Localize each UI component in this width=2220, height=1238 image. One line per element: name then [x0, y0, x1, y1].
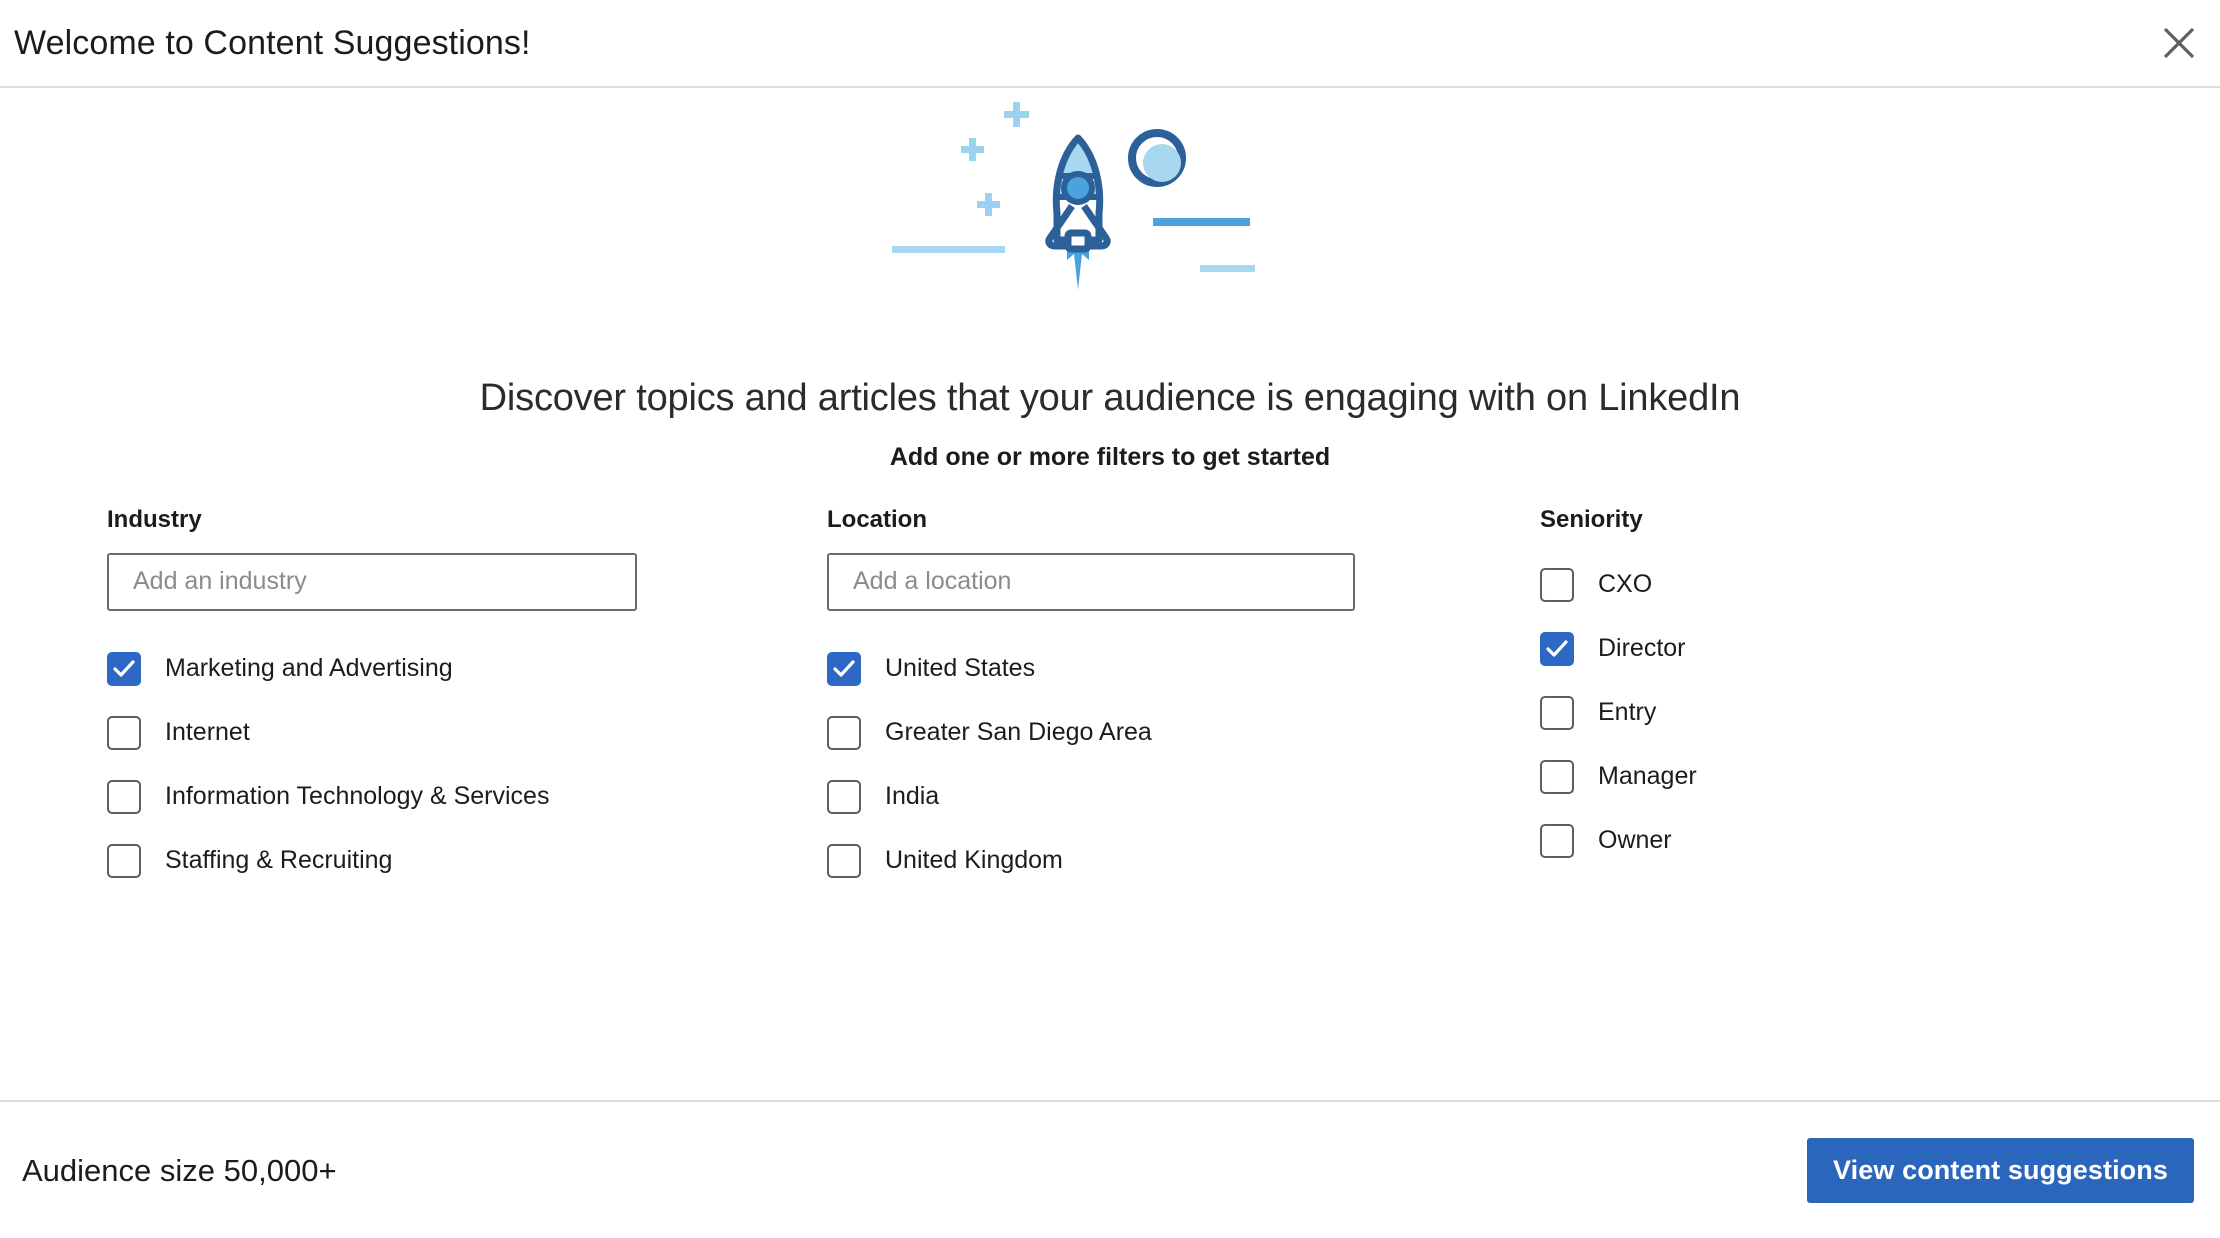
- filter-column-location: Location United States Greater San Diego…: [827, 506, 1355, 893]
- rocket-launch-illustration: [870, 102, 1350, 312]
- headline: Discover topics and articles that your a…: [0, 376, 2220, 422]
- industry-label: Industry: [107, 506, 637, 535]
- close-button[interactable]: [2148, 12, 2210, 74]
- subheadline: Add one or more filters to get started: [0, 442, 2220, 472]
- checkbox-icon[interactable]: [1540, 568, 1574, 602]
- seniority-option-1[interactable]: Director: [1540, 617, 2000, 681]
- option-label: Director: [1598, 636, 1686, 661]
- option-label: India: [885, 784, 939, 809]
- location-option-3[interactable]: United Kingdom: [827, 829, 1355, 893]
- checkbox-icon[interactable]: [827, 716, 861, 750]
- option-label: CXO: [1598, 572, 1652, 597]
- option-label: Entry: [1598, 700, 1656, 725]
- modal-footer: Audience size 50,000+ View content sugge…: [0, 1100, 2220, 1238]
- close-icon: [2162, 26, 2196, 60]
- seniority-label: Seniority: [1540, 506, 2000, 535]
- view-content-suggestions-button[interactable]: View content suggestions: [1807, 1138, 2194, 1203]
- checkbox-icon[interactable]: [107, 844, 141, 878]
- option-label: Marketing and Advertising: [165, 656, 453, 681]
- location-option-2[interactable]: India: [827, 765, 1355, 829]
- option-label: Owner: [1598, 828, 1672, 853]
- seniority-option-0[interactable]: CXO: [1540, 553, 2000, 617]
- seniority-option-list: CXO Director Entry: [1540, 553, 2000, 873]
- filter-column-seniority: Seniority CXO Director: [1540, 506, 2000, 873]
- content-suggestions-modal: Welcome to Content Suggestions!: [0, 0, 2220, 1238]
- location-option-0[interactable]: United States: [827, 637, 1355, 701]
- rocket-icon: [1049, 138, 1107, 290]
- modal-header: Welcome to Content Suggestions!: [0, 0, 2220, 88]
- seniority-option-3[interactable]: Manager: [1540, 745, 2000, 809]
- industry-input[interactable]: [107, 553, 637, 611]
- checkbox-icon[interactable]: [1540, 824, 1574, 858]
- checkbox-icon[interactable]: [107, 716, 141, 750]
- industry-option-0[interactable]: Marketing and Advertising: [107, 637, 637, 701]
- option-label: Information Technology & Services: [165, 784, 549, 809]
- industry-option-list: Marketing and Advertising Internet Infor…: [107, 637, 637, 893]
- option-label: Internet: [165, 720, 250, 745]
- location-option-list: United States Greater San Diego Area Ind…: [827, 637, 1355, 893]
- checkbox-icon[interactable]: [827, 844, 861, 878]
- modal-body: Discover topics and articles that your a…: [0, 88, 2220, 1100]
- planet-icon: [1132, 133, 1182, 183]
- checkbox-icon[interactable]: [1540, 632, 1574, 666]
- industry-option-1[interactable]: Internet: [107, 701, 637, 765]
- industry-option-2[interactable]: Information Technology & Services: [107, 765, 637, 829]
- industry-option-3[interactable]: Staffing & Recruiting: [107, 829, 637, 893]
- option-label: Manager: [1598, 764, 1697, 789]
- checkbox-icon[interactable]: [107, 652, 141, 686]
- page-title: Welcome to Content Suggestions!: [0, 26, 531, 60]
- audience-size-text: Audience size 50,000+: [22, 1155, 337, 1186]
- location-label: Location: [827, 506, 1355, 535]
- seniority-option-4[interactable]: Owner: [1540, 809, 2000, 873]
- location-input[interactable]: [827, 553, 1355, 611]
- checkbox-icon[interactable]: [1540, 760, 1574, 794]
- filter-columns: Industry Marketing and Advertising Inter…: [0, 506, 2220, 886]
- checkbox-icon[interactable]: [827, 652, 861, 686]
- option-label: Staffing & Recruiting: [165, 848, 392, 873]
- option-label: Greater San Diego Area: [885, 720, 1152, 745]
- option-label: United Kingdom: [885, 848, 1063, 873]
- location-option-1[interactable]: Greater San Diego Area: [827, 701, 1355, 765]
- sparkle-plus-icons: [961, 102, 1029, 216]
- seniority-option-2[interactable]: Entry: [1540, 681, 2000, 745]
- filter-column-industry: Industry Marketing and Advertising Inter…: [107, 506, 637, 893]
- option-label: United States: [885, 656, 1035, 681]
- checkbox-icon[interactable]: [827, 780, 861, 814]
- checkbox-icon[interactable]: [107, 780, 141, 814]
- checkbox-icon[interactable]: [1540, 696, 1574, 730]
